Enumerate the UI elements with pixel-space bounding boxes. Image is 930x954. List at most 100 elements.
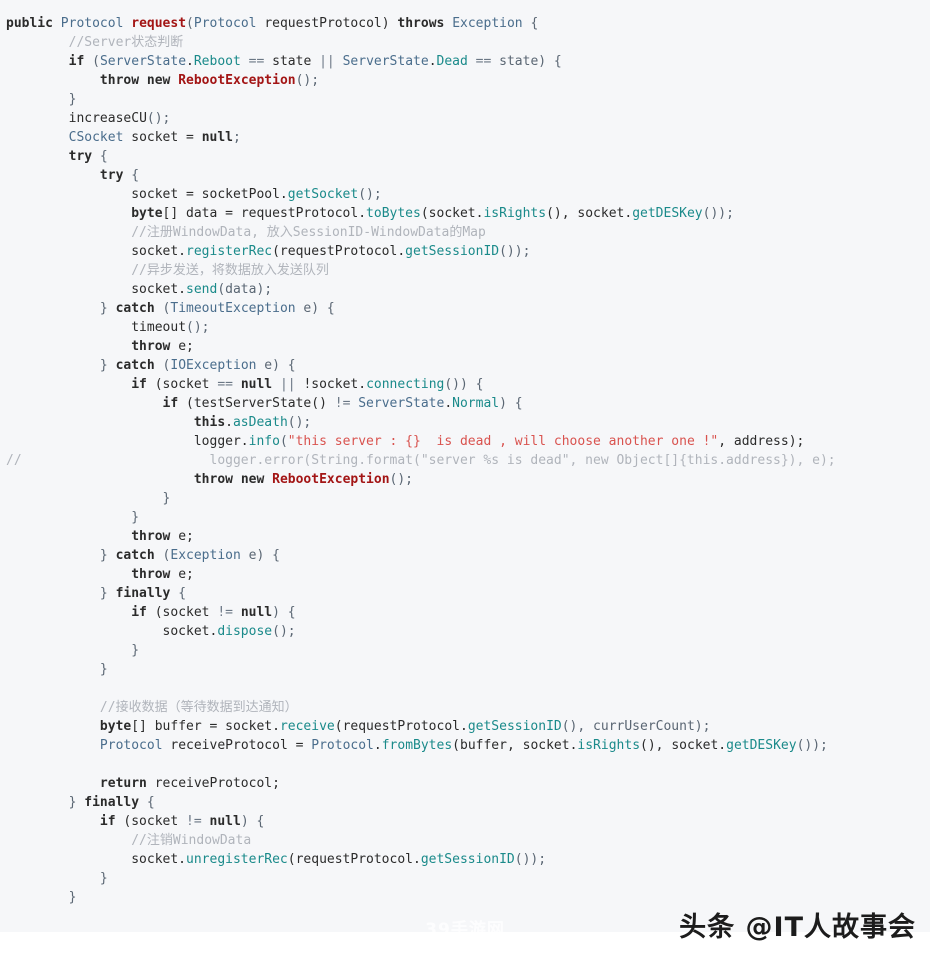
code-line: Protocol receiveProtocol = Protocol.from… xyxy=(0,736,930,755)
code-line: } catch (TimeoutException e) { xyxy=(0,299,930,318)
code-token-type: CSocket xyxy=(68,130,124,145)
code-token-punc: (); xyxy=(272,624,296,639)
code-token-method: getSocket xyxy=(287,187,359,202)
code-token-punc: { xyxy=(92,149,108,164)
code-token-method: receive xyxy=(279,719,335,734)
code-token-kw: new xyxy=(146,73,171,88)
code-token-plain: (socket xyxy=(146,377,218,392)
code-token-op: || xyxy=(279,377,296,392)
code-token-plain: . xyxy=(225,415,233,430)
code-line: } xyxy=(0,869,930,888)
code-token-punc: ) { xyxy=(272,605,296,620)
code-token-kw: byte xyxy=(131,206,163,221)
code-token-punc: ()); xyxy=(702,206,734,221)
code-token-method: toBytes xyxy=(366,206,421,221)
code-line: logger.info("this server : {} is dead , … xyxy=(0,432,930,451)
code-token-type: Protocol xyxy=(99,738,163,753)
code-line: byte[] data = requestProtocol.toBytes(so… xyxy=(0,204,930,223)
code-token-kw: throws xyxy=(397,16,445,31)
code-token-kw: try xyxy=(99,168,124,183)
code-token-punc: ( xyxy=(154,301,171,316)
code-token-kw: public xyxy=(6,16,61,31)
code-line: try { xyxy=(0,166,930,185)
code-token-method: getDESKey xyxy=(726,738,797,753)
code-token-plain: timeout xyxy=(131,320,187,335)
code-token-punc: { xyxy=(170,586,187,601)
code-token-plain: . xyxy=(373,738,382,753)
code-token-method: registerRec xyxy=(186,244,273,259)
code-token-punc: ()); xyxy=(499,244,531,259)
code-line: throw new RebootException(); xyxy=(0,470,930,489)
code-token-punc: ( xyxy=(84,54,100,69)
code-line: this.asDeath(); xyxy=(0,413,930,432)
code-token-plain: (socket xyxy=(146,605,218,620)
code-line: socket.dispose(); xyxy=(0,622,930,641)
code-token-comment: //注册WindowData, 放入SessionID-WindowData的M… xyxy=(131,225,486,240)
code-line: public Protocol request(Protocol request… xyxy=(0,14,930,33)
code-token-punc: { xyxy=(522,16,539,31)
code-token-op: == xyxy=(248,54,265,69)
code-token-type: TimeoutException xyxy=(170,301,296,316)
code-line: } catch (Exception e) { xyxy=(0,546,930,565)
code-token-plain: logger. xyxy=(6,434,249,449)
code-token-type: Exception xyxy=(170,548,241,563)
code-token-str: "this server : {} is dead , will choose … xyxy=(287,434,719,449)
code-line: } xyxy=(0,508,930,527)
code-token-kw: throw xyxy=(99,73,140,88)
code-token-kw: new xyxy=(240,472,265,487)
code-token-method: asDeath xyxy=(232,415,288,430)
code-line: socket.unregisterRec(requestProtocol.get… xyxy=(0,850,930,869)
code-token-type: Protocol xyxy=(60,16,124,31)
code-token-kw: finally xyxy=(84,795,140,810)
code-line: increaseCU(); xyxy=(0,109,930,128)
source-code-block[interactable]: public Protocol request(Protocol request… xyxy=(0,14,930,907)
code-token-punc: } xyxy=(99,586,116,601)
code-token-plain: (buffer, socket. xyxy=(452,738,578,753)
code-token-op: != xyxy=(334,396,351,411)
code-token-punc: ( xyxy=(154,358,171,373)
code-line: socket.registerRec(requestProtocol.getSe… xyxy=(0,242,930,261)
code-token-type: Protocol xyxy=(311,738,374,753)
code-token-punc: ()); xyxy=(796,738,828,753)
code-token-fnname: request xyxy=(131,16,187,31)
code-token-plain: increaseCU xyxy=(68,111,147,126)
code-token-type: IOException xyxy=(170,358,257,373)
code-token-comment: // xyxy=(6,453,22,468)
code-token-type: ServerState xyxy=(342,54,429,69)
code-line: } catch (IOException e) { xyxy=(0,356,930,375)
code-token-method: isRights xyxy=(577,738,641,753)
code-token-field: Reboot xyxy=(193,54,241,69)
code-token-punc: } xyxy=(131,643,140,658)
code-token-field: Dead xyxy=(436,54,468,69)
code-line: //注销WindowData xyxy=(0,831,930,850)
code-token-punc: } xyxy=(99,662,108,677)
code-token-plain: receiveProtocol = xyxy=(162,738,312,753)
code-token-punc: ) { xyxy=(240,814,265,829)
code-token-punc: state) { xyxy=(491,54,562,69)
code-token-punc: ()) { xyxy=(444,377,484,392)
code-line: try { xyxy=(0,147,930,166)
code-token-kw: if xyxy=(131,377,147,392)
code-line: throw e; xyxy=(0,337,930,356)
